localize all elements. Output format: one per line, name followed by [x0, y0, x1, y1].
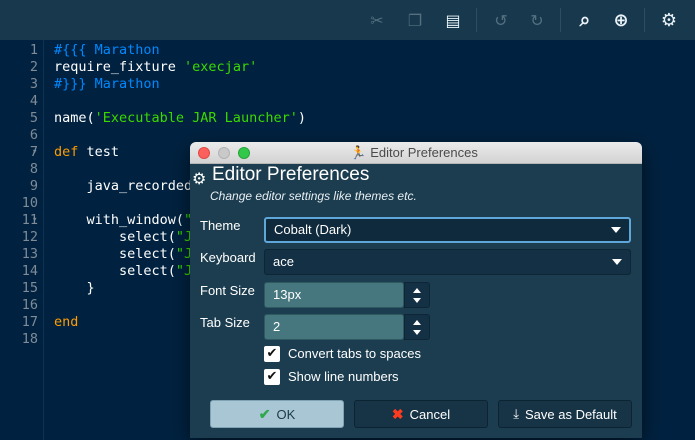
show-line-numbers-label: Show line numbers: [288, 369, 399, 384]
line-number: 8: [29, 161, 38, 177]
code-line[interactable]: 3 #}}} Marathon: [0, 76, 695, 93]
line-number: 13: [21, 246, 38, 262]
code-text: def test: [54, 144, 120, 160]
convert-tabs-checkbox[interactable]: ✔: [264, 346, 280, 362]
tab-size-input[interactable]: 2: [264, 314, 404, 340]
line-number: 10: [21, 195, 38, 211]
theme-label: Theme: [200, 218, 241, 233]
code-text: select("JS: [54, 263, 201, 279]
line-number: 17: [21, 314, 38, 330]
chevron-down-icon: [612, 259, 622, 265]
close-icon: ✖: [391, 405, 404, 422]
save-as-default-button[interactable]: ⤓ Save as Default: [498, 400, 632, 428]
cancel-button-label: Cancel: [409, 406, 451, 422]
toolbar-divider: [560, 8, 561, 32]
undo-icon: ↺: [494, 10, 508, 30]
code-text: with_window("S: [54, 212, 201, 228]
toolbar-divider: [476, 8, 477, 32]
editor-preferences-dialog: 🏃 Editor Preferences ⚙ Editor Preferences…: [190, 142, 642, 438]
theme-select[interactable]: Cobalt (Dark): [264, 217, 631, 243]
code-text: java_recorded_: [54, 178, 201, 194]
font-size-label: Font Size: [200, 283, 255, 298]
code-line[interactable]: 5 name('Executable JAR Launcher'): [0, 110, 695, 127]
keyboard-select[interactable]: ace: [264, 249, 631, 275]
ok-button-label: OK: [276, 406, 296, 422]
fold-toggle-icon[interactable]: ▾: [32, 144, 37, 161]
code-text: name('Executable JAR Launcher'): [54, 110, 306, 126]
line-number: 15: [21, 280, 38, 296]
line-number: 9: [29, 178, 38, 194]
code-text: end: [54, 314, 79, 330]
fold-toggle-icon[interactable]: ▾: [32, 212, 37, 229]
tab-size-stepper[interactable]: [404, 314, 430, 340]
code-text: select("JS: [54, 246, 201, 262]
code-text: #{{{ Marathon: [54, 42, 160, 58]
redo-icon: ↻: [530, 10, 544, 30]
zoom-window-button[interactable]: [238, 147, 250, 159]
stepper-down-icon[interactable]: [413, 298, 421, 303]
line-number: 18: [21, 331, 38, 347]
download-icon: ⤓: [513, 406, 519, 421]
copy-icon: ❐: [407, 10, 423, 30]
theme-select-value: Cobalt (Dark): [274, 222, 352, 237]
dialog-subtitle: Change editor settings like themes etc.: [210, 189, 417, 203]
line-number: 6: [29, 127, 38, 143]
main-toolbar: ✂ ❐ ▤ ↺ ↻ ⌕ ⊕ ⚙: [0, 0, 695, 40]
font-size-input[interactable]: 13px: [264, 282, 404, 308]
keyboard-select-value: ace: [273, 254, 294, 269]
zoom-in-button[interactable]: ⊕: [606, 6, 636, 34]
line-number: 3: [29, 76, 38, 92]
line-number: 14: [21, 263, 38, 279]
line-number: 4: [29, 93, 38, 109]
window-titlebar: 🏃 Editor Preferences: [190, 142, 642, 164]
line-number: 5: [29, 110, 38, 126]
redo-button[interactable]: ↻: [522, 6, 552, 34]
window-title: 🏃 Editor Preferences: [350, 145, 478, 161]
stepper-down-icon[interactable]: [413, 330, 421, 335]
window-title-text: Editor Preferences: [370, 145, 478, 160]
paste-icon: ▤: [445, 10, 461, 30]
stepper-up-icon[interactable]: [413, 288, 421, 293]
line-number: 12: [21, 229, 38, 245]
tab-size-label: Tab Size: [200, 315, 250, 330]
show-line-numbers-checkbox[interactable]: ✔: [264, 369, 280, 385]
zoom-in-icon: ⊕: [613, 9, 629, 31]
line-number: 16: [21, 297, 38, 313]
undo-button[interactable]: ↺: [486, 6, 516, 34]
settings-button[interactable]: ⚙: [654, 6, 684, 34]
stepper-up-icon[interactable]: [413, 320, 421, 325]
cancel-button[interactable]: ✖ Cancel: [354, 400, 488, 428]
convert-tabs-label: Convert tabs to spaces: [288, 346, 421, 361]
line-number: 2: [29, 59, 38, 75]
copy-button[interactable]: ❐: [400, 6, 430, 34]
font-size-stepper[interactable]: [404, 282, 430, 308]
code-line[interactable]: 4: [0, 93, 695, 110]
code-text: require_fixture 'execjar': [54, 59, 258, 75]
code-text: }: [54, 280, 95, 296]
save-as-default-label: Save as Default: [524, 406, 617, 422]
gears-icon: ⚙: [660, 9, 678, 31]
code-line[interactable]: 1 #{{{ Marathon: [0, 42, 695, 59]
minimize-window-button[interactable]: [218, 147, 230, 159]
scissors-icon: ✂: [370, 10, 384, 30]
search-button[interactable]: ⌕: [570, 6, 600, 34]
checkmark-icon: ✔: [258, 405, 271, 422]
runner-icon: 🏃: [350, 145, 367, 160]
cut-button[interactable]: ✂: [362, 6, 392, 34]
dialog-title: Editor Preferences: [212, 164, 370, 185]
line-number: 1: [29, 42, 38, 58]
paste-button[interactable]: ▤: [438, 6, 468, 34]
gears-icon: ⚙: [192, 169, 207, 188]
search-icon: ⌕: [579, 9, 591, 31]
ok-button[interactable]: ✔ OK: [210, 400, 344, 428]
code-text: #}}} Marathon: [54, 76, 160, 92]
toolbar-divider: [644, 8, 645, 32]
code-text: select("JS: [54, 229, 201, 245]
chevron-down-icon: [611, 227, 621, 233]
close-window-button[interactable]: [198, 147, 210, 159]
keyboard-label: Keyboard: [200, 250, 256, 265]
code-line[interactable]: 2 require_fixture 'execjar': [0, 59, 695, 76]
